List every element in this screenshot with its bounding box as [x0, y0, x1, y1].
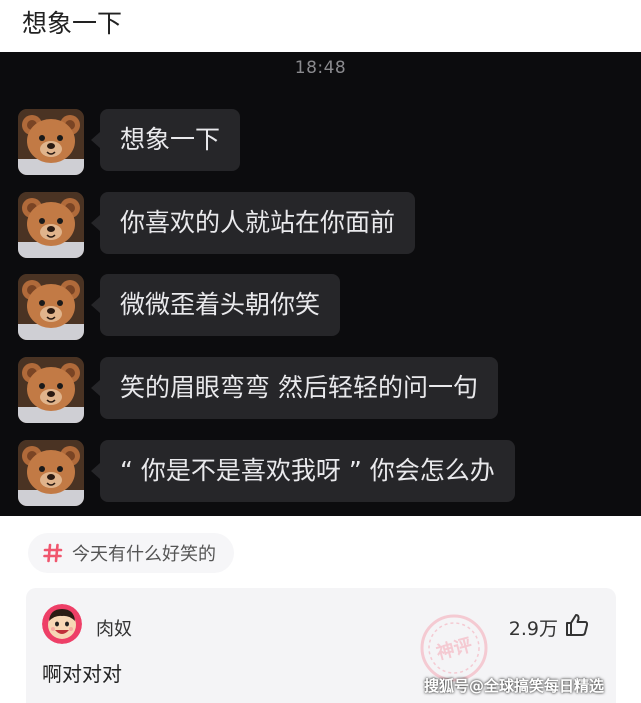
comment-text: 啊对对对	[42, 662, 122, 686]
chat-timestamp: 18:48	[294, 58, 347, 78]
chat-screenshot: 18:48 想象一下 你喜欢的人就站在你面前 微微歪着头朝你笑 笑的眉眼弯弯 然…	[0, 52, 641, 516]
bear-avatar-icon	[18, 357, 84, 423]
god-comment-stamp-icon: 神评	[420, 614, 488, 682]
post-title: 想象一下	[22, 9, 123, 38]
commenter-name[interactable]: 肉奴	[96, 615, 132, 641]
watermark: 搜狐号@全球搞笑每日精选	[423, 677, 604, 695]
bear-avatar-icon	[18, 192, 84, 258]
commenter-avatar[interactable]	[42, 604, 82, 644]
bear-avatar-icon	[18, 109, 84, 175]
bear-avatar-icon	[18, 440, 84, 506]
thumbs-up-icon[interactable]	[564, 612, 590, 638]
chat-bubble: “ 你是不是喜欢我呀 ” 你会怎么办	[91, 440, 515, 502]
topic-tag[interactable]: 今天有什么好笑的	[28, 533, 234, 573]
stamp-label: 神评	[434, 634, 474, 665]
chat-bubble: 你喜欢的人就站在你面前	[90, 192, 416, 254]
topic-label: 今天有什么好笑的	[72, 544, 216, 565]
hot-comment: 肉奴 神评 2.9万 啊对对对 搜狐号@全球搞笑每日精选	[26, 588, 616, 703]
like-count: 2.9万	[508, 618, 558, 640]
chat-bubble: 想象一下	[90, 109, 241, 171]
chat-bubble: 微微歪着头朝你笑	[90, 274, 341, 336]
bear-avatar-icon	[18, 274, 84, 340]
chat-bubble: 笑的眉眼弯弯 然后轻轻的问一句	[91, 357, 498, 419]
hash-icon	[43, 543, 63, 563]
